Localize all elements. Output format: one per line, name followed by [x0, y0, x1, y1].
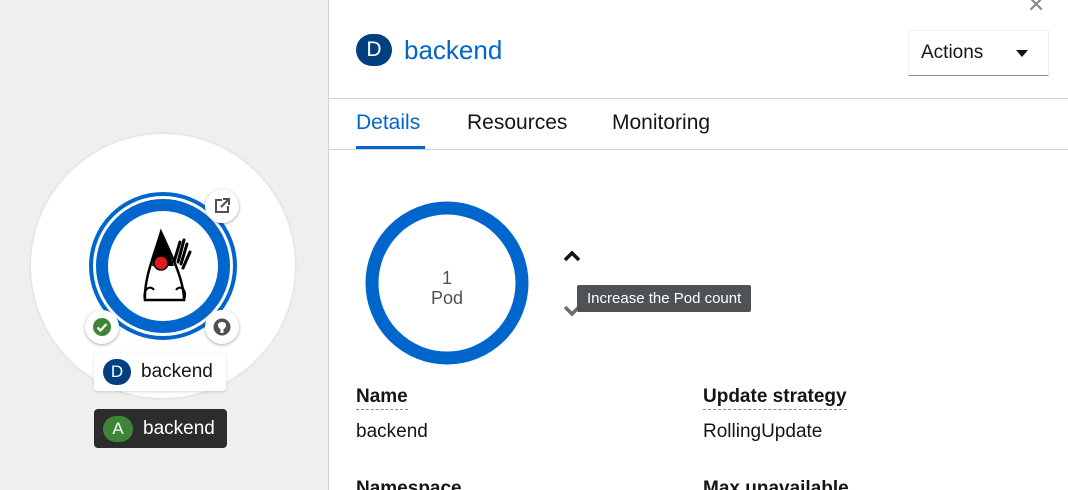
deployment-node-name: backend: [141, 361, 213, 382]
tab-resources[interactable]: Resources: [467, 111, 567, 135]
deployment-badge: D: [103, 359, 131, 385]
application-badge: A: [103, 415, 133, 442]
edit-source-code-button[interactable]: [205, 310, 239, 344]
close-panel-icon[interactable]: ✕: [1027, 0, 1045, 18]
caret-down-icon: [1016, 49, 1028, 57]
deployment-title-link[interactable]: backend: [404, 35, 502, 66]
check-circle-icon: [93, 318, 111, 336]
increase-pod-count-button[interactable]: [562, 246, 582, 266]
panel-title: D backend: [356, 34, 502, 66]
pod-count-value: 1: [441, 268, 452, 288]
application-name: backend: [143, 417, 215, 439]
deployment-badge: D: [356, 34, 392, 66]
actions-dropdown[interactable]: Actions: [908, 30, 1049, 76]
pod-count-unit: Pod: [430, 288, 464, 308]
java-duke-icon: [143, 228, 192, 302]
name-term: Name: [356, 386, 408, 410]
namespace-term: Namespace: [356, 478, 462, 490]
pod-count-text: 1 Pod: [365, 268, 529, 308]
github-icon: [213, 318, 231, 336]
actions-label: Actions: [921, 42, 984, 63]
application-group-label[interactable]: A backend: [94, 409, 227, 448]
panel-tabs: Details Resources Monitoring: [329, 99, 1068, 150]
topology-canvas[interactable]: D backend A backend: [0, 0, 328, 490]
max-unavailable-term: Max unavailable: [703, 478, 849, 490]
external-link-icon: [215, 198, 230, 213]
update-strategy-value: RollingUpdate: [703, 421, 823, 442]
deployment-node-label[interactable]: D backend: [94, 353, 226, 391]
side-panel: ✕ D backend Actions Details Resources Mo…: [328, 0, 1068, 490]
active-tab-indicator: [356, 146, 425, 149]
tab-details[interactable]: Details: [356, 111, 420, 135]
name-value: backend: [356, 421, 428, 442]
tab-monitoring[interactable]: Monitoring: [612, 111, 710, 135]
open-url-button[interactable]: [205, 189, 239, 223]
build-status-button[interactable]: [85, 310, 119, 344]
scale-tooltip: Increase the Pod count: [577, 285, 752, 312]
update-strategy-term: Update strategy: [703, 386, 847, 410]
